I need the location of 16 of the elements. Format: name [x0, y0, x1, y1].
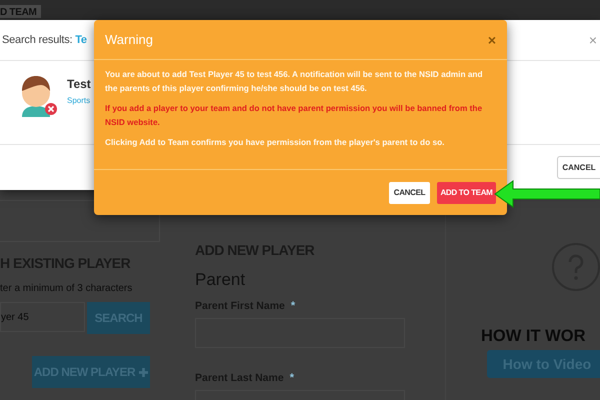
player-name: Test	[67, 77, 91, 91]
close-icon[interactable]: ×	[488, 32, 496, 48]
required-mark: *	[290, 300, 296, 312]
cancel-button[interactable]: CANCEL	[557, 156, 600, 179]
player-sport: Sports	[67, 96, 91, 105]
add-to-team-button[interactable]: ADD TO TEAM	[437, 182, 496, 204]
warning-text: If you add a player to your team and do not have parent permission you will be banned from the NSID website.	[105, 102, 484, 128]
warning-text: You are about to add Test Player 45 to test 456. A notification will be sent to the NSID admin and the parents of this player confirming he/she should be on test 456.	[105, 68, 484, 95]
dialog-title: Warning	[105, 32, 153, 47]
close-icon[interactable]: ×	[588, 32, 597, 48]
plus-icon	[139, 368, 148, 376]
dialog-title: Search results: Te	[2, 34, 87, 46]
required-mark: *	[290, 372, 294, 384]
team-tab[interactable]: D TEAM	[0, 5, 41, 18]
warning-text: Clicking Add to Team confirms you have permission from the player's parent to do so.	[105, 136, 446, 149]
cancel-button[interactable]: CANCEL	[389, 182, 430, 204]
